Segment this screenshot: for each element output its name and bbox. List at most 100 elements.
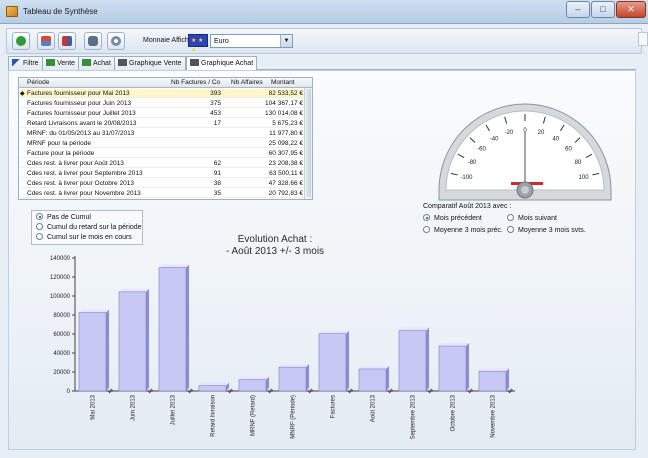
chevron-down-icon: ▼ (280, 35, 292, 47)
comparison-gauge: -100-80-60-40-20 0 20406080100 (438, 103, 612, 201)
tools-button[interactable] (107, 32, 125, 50)
x-tick-label: Juin 2013 (131, 394, 137, 421)
table-cell: MRNF: du 01/05/2013 au 31/07/2013 (27, 130, 135, 137)
table-row[interactable]: Facture pour la période 60 307,95 € (19, 149, 304, 159)
radio-dot (507, 226, 514, 233)
table-row[interactable]: Retard Livraisons avant le 20/08/2013 17 5… (19, 119, 304, 129)
gauge-tick-label: 60 (565, 147, 572, 153)
gauge-tick-label: 40 (553, 137, 560, 143)
header-nb-factures[interactable]: Nb Factures / Co (171, 79, 220, 86)
bar (238, 379, 267, 392)
table-cell: Retard Livraisons avant le 20/08/2013 (27, 120, 137, 127)
bar-top (319, 330, 349, 334)
radio-moyenne-3-mois-svts[interactable]: Moyenne 3 mois svts. (507, 226, 586, 234)
bar (198, 385, 227, 392)
radio-mois-suivant[interactable]: Mois suivant (507, 214, 557, 222)
radio-dot (507, 214, 514, 221)
window-title: Tableau de Synthèse (23, 7, 98, 16)
table-row[interactable]: Cdes rest. à livrer pour Septembre 2013 9… (19, 169, 304, 179)
y-tick-label: 140000 (50, 256, 71, 262)
radio-moyenne-3-mois-prec[interactable]: Moyenne 3 mois préc. (423, 226, 503, 234)
table-row[interactable]: MRNF: du 01/05/2013 au 31/07/2013 11 977,… (19, 129, 304, 139)
bar-top (439, 343, 469, 347)
table-cell: Factures fournisseur pour Juin 2013 (27, 100, 132, 107)
gauge-tick-label: -80 (468, 160, 477, 166)
header-periode[interactable]: Période (27, 79, 49, 86)
y-tick-label: 20000 (53, 370, 70, 376)
table-cell: 5 675,23 € (272, 120, 303, 127)
table-row[interactable]: Cdes rest. à livrer pour Octobre 2013 38 4… (19, 179, 304, 189)
bar (438, 345, 467, 392)
radio-dot (36, 223, 43, 230)
radio-mois-precedent[interactable]: Mois précédent (423, 214, 482, 222)
table-row[interactable]: Factures fournisseur pour Juin 2013 375 10… (19, 99, 304, 109)
bar-top (159, 264, 189, 268)
table-scrollbar[interactable] (304, 88, 312, 199)
print-button[interactable] (84, 32, 102, 50)
panel-grip[interactable] (638, 32, 648, 46)
calculator-button[interactable] (37, 32, 55, 50)
radio-cumul-mois[interactable]: Cumul sur le mois en cours (36, 233, 132, 241)
purchase-icon (82, 59, 91, 66)
tab-bar: Filtre Vente Achat Graphique Vente Graph… (8, 56, 636, 71)
toolbar: Monnaie Affichée ★ ★ ★ Euro ▼ (6, 28, 642, 54)
tab-graphique-achat[interactable]: Graphique Achat (186, 56, 258, 71)
table-row[interactable]: ◆ Factures fournisseur pour Mai 2013 393 82… (19, 89, 304, 99)
table-row[interactable]: MRNF pour la période 25 098,22 € (19, 139, 304, 149)
table-cell: 453 (210, 110, 221, 117)
gauge-tick-label: -40 (490, 137, 499, 143)
header-nb-affaires[interactable]: Nb Affaires (231, 79, 263, 86)
table-cell: 35 (213, 190, 221, 197)
bar (398, 330, 427, 392)
bar (318, 333, 347, 392)
x-tick-label: MRNF (Retard) (251, 395, 257, 436)
maximize-button[interactable]: □ (591, 1, 615, 18)
bar-side (346, 330, 349, 391)
table-cell: 23 208,38 € (268, 160, 303, 167)
bar-side (306, 364, 309, 391)
y-tick-label: 0 (67, 389, 71, 395)
table-cell: Factures fournisseur pour Mai 2013 (27, 90, 130, 97)
table-row[interactable]: Cdes rest. à livrer pour Août 2013 62 23 2… (19, 159, 304, 169)
x-tick-label: Novembre 2013 (491, 394, 497, 437)
radio-cumul-retard[interactable]: Cumul du retard sur la période (36, 223, 142, 231)
export-button[interactable] (58, 32, 76, 50)
tab-vente[interactable]: Vente (42, 56, 79, 70)
tab-graphique-vente[interactable]: Graphique Vente (114, 56, 186, 70)
x-tick-label: MNRF (Période) (291, 395, 297, 439)
bar-side (146, 288, 149, 391)
close-button[interactable]: ✕ (616, 1, 646, 18)
table-cell: 25 098,22 € (268, 140, 303, 147)
x-tick-label: Mai 2013 (91, 394, 97, 419)
bar (118, 291, 147, 392)
bar (478, 370, 507, 392)
bar-top (79, 309, 109, 313)
currency-select[interactable]: Euro ▼ (210, 34, 293, 48)
bar-side (186, 264, 189, 391)
radio-pas-de-cumul[interactable]: Pas de Cumul (36, 213, 91, 221)
bar (158, 267, 187, 392)
minimize-button[interactable]: – (566, 1, 590, 18)
y-tick-label: 60000 (53, 332, 70, 338)
calculator-icon (41, 36, 51, 46)
x-tick-label: Septembre 2013 (411, 394, 417, 439)
gauge-tick-label: -100 (460, 175, 473, 181)
table-row[interactable]: Cdes rest. à livrer pour Novembre 2013 35… (19, 189, 304, 199)
table-cell: 20 792,83 € (268, 190, 303, 197)
filter-icon (12, 59, 21, 66)
table-cell: 17 (213, 120, 221, 127)
y-tick-label: 100000 (50, 294, 71, 300)
table-row[interactable]: Factures fournisseur pour Juillet 2013 45… (19, 109, 304, 119)
table-cell: 60 307,95 € (268, 150, 303, 157)
table-cell: 63 500,11 € (269, 170, 303, 177)
header-montant[interactable]: Montant (271, 79, 295, 86)
tab-achat[interactable]: Achat (78, 56, 115, 70)
y-tick-label: 40000 (53, 351, 70, 357)
radio-dot (423, 214, 430, 221)
tab-filtre[interactable]: Filtre (8, 56, 43, 70)
table-cell: 91 (213, 170, 221, 177)
bar-top (479, 368, 509, 372)
ok-button[interactable] (12, 32, 30, 50)
scrollbar-thumb[interactable] (306, 89, 311, 197)
bar-side (386, 365, 389, 391)
